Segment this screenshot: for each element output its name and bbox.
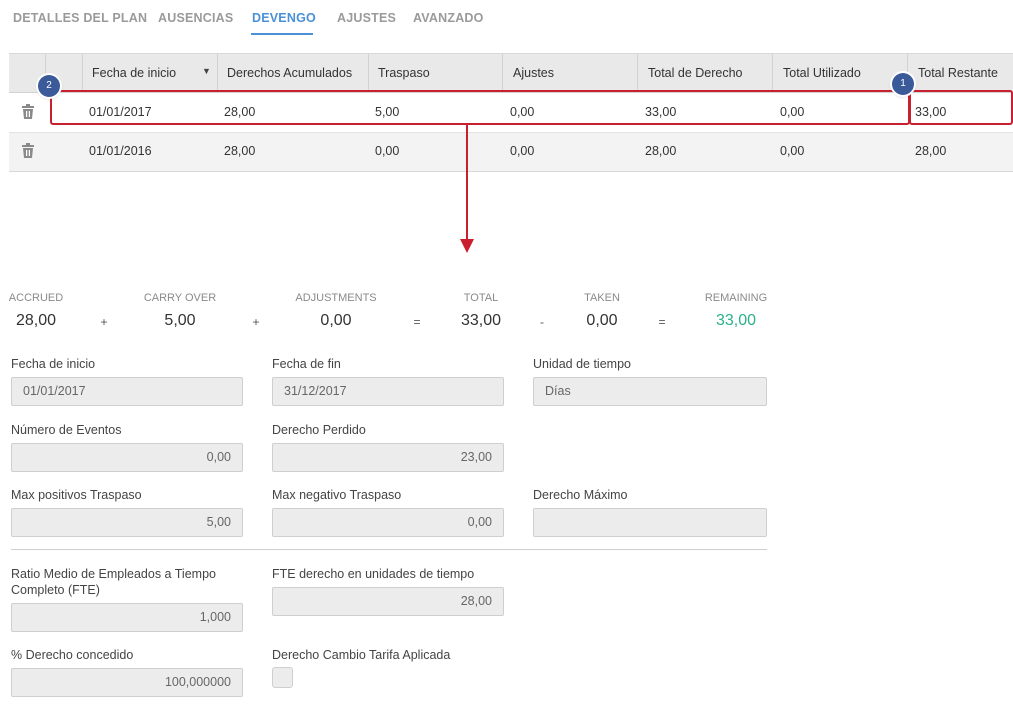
accrued-value: 28,00 <box>15 312 57 329</box>
fte-derecho-field[interactable]: 28,00 <box>272 587 504 616</box>
max-negativo-label: Max negativo Traspaso <box>272 488 402 502</box>
adjustments-value: 0,00 <box>320 312 352 329</box>
cell-total-restante: 28,00 <box>915 144 947 158</box>
derecho-perdido-label: Derecho Perdido <box>272 423 366 437</box>
total-value: 33,00 <box>460 312 502 329</box>
carry-over-value: 5,00 <box>164 312 196 329</box>
fecha-fin-field[interactable]: 31/12/2017 <box>272 377 504 406</box>
header-fecha-de-inicio[interactable]: Fecha de inicio <box>92 66 176 80</box>
taken-label: TAKEN <box>584 292 620 304</box>
derecho-maximo-field[interactable] <box>533 508 767 537</box>
ratio-fte-label-line1: Ratio Medio de Empleados a Tiempo <box>11 567 216 581</box>
cell-total-utilizado: 0,00 <box>780 144 805 158</box>
sort-desc-icon[interactable]: ▼ <box>202 66 211 76</box>
max-positivos-field[interactable]: 5,00 <box>11 508 243 537</box>
tab-ausencias[interactable]: AUSENCIAS <box>158 11 233 25</box>
derecho-perdido-field[interactable]: 23,00 <box>272 443 504 472</box>
cell-fecha-inicio: 01/01/2016 <box>89 144 152 158</box>
trash-icon[interactable] <box>21 104 35 120</box>
max-positivos-label: Max positivos Traspaso <box>11 488 142 502</box>
trash-icon[interactable] <box>21 143 35 159</box>
unidad-tiempo-field[interactable]: Días <box>533 377 767 406</box>
adjustments-label: ADJUSTMENTS <box>295 292 377 304</box>
total-label: TOTAL <box>463 292 499 304</box>
column-divider <box>772 54 773 92</box>
tab-bar: DETALLES DEL PLAN AUSENCIAS DEVENGO AJUS… <box>0 0 1013 40</box>
callout-badge-1: 1 <box>892 73 914 95</box>
row-highlight-box <box>50 90 910 125</box>
column-divider <box>82 54 83 92</box>
equals-operator: = <box>658 315 666 329</box>
cell-total-de-derecho: 28,00 <box>645 144 677 158</box>
header-total-restante[interactable]: Total Restante <box>918 66 998 80</box>
remaining-value: 33,00 <box>715 312 757 329</box>
column-divider <box>637 54 638 92</box>
cambio-tarifa-checkbox[interactable] <box>272 667 293 688</box>
header-ajustes[interactable]: Ajustes <box>513 66 554 80</box>
header-traspaso[interactable]: Traspaso <box>378 66 430 80</box>
column-divider <box>217 54 218 92</box>
derecho-maximo-label: Derecho Máximo <box>533 488 628 502</box>
remaining-label: REMAINING <box>704 292 768 304</box>
fecha-fin-label: Fecha de fin <box>272 357 341 371</box>
header-total-utilizado[interactable]: Total Utilizado <box>783 66 861 80</box>
pct-derecho-field[interactable]: 100,000000 <box>11 668 243 697</box>
pct-derecho-label: % Derecho concedido <box>11 648 134 662</box>
max-negativo-field[interactable]: 0,00 <box>272 508 504 537</box>
plus-operator: + <box>100 315 108 329</box>
numero-eventos-field[interactable]: 0,00 <box>11 443 243 472</box>
ratio-fte-label-line2: Completo (FTE) <box>11 583 100 597</box>
header-derechos-acumulados[interactable]: Derechos Acumulados <box>227 66 352 80</box>
arrow-down-icon <box>460 239 474 253</box>
numero-eventos-label: Número de Eventos <box>11 423 122 437</box>
tab-devengo[interactable]: DEVENGO <box>252 11 316 25</box>
cell-ajustes: 0,00 <box>510 144 535 158</box>
section-divider <box>11 549 767 550</box>
minus-operator: - <box>540 315 544 329</box>
taken-value: 0,00 <box>586 312 618 329</box>
total-restante-highlight-box <box>909 90 1013 125</box>
fecha-inicio-field[interactable]: 01/01/2017 <box>11 377 243 406</box>
fte-derecho-label: FTE derecho en unidades de tiempo <box>272 567 475 581</box>
table-header: Fecha de inicio ▼ Derechos Acumulados Tr… <box>9 54 1013 93</box>
ratio-fte-field[interactable]: 1,000 <box>11 603 243 632</box>
cell-derechos-acumulados: 28,00 <box>224 144 256 158</box>
carry-over-label: CARRY OVER <box>143 292 217 304</box>
cell-traspaso: 0,00 <box>375 144 400 158</box>
active-tab-indicator <box>251 33 313 35</box>
column-divider <box>502 54 503 92</box>
plus-operator: + <box>252 315 260 329</box>
accrued-label: ACCRUED <box>8 292 64 304</box>
arrow-connector <box>466 123 468 243</box>
equals-operator: = <box>413 315 421 329</box>
accrual-table: Fecha de inicio ▼ Derechos Acumulados Tr… <box>9 53 1013 172</box>
tab-detalles-del-plan[interactable]: DETALLES DEL PLAN <box>13 11 147 25</box>
unidad-tiempo-label: Unidad de tiempo <box>533 357 631 371</box>
header-total-de-derecho[interactable]: Total de Derecho <box>648 66 743 80</box>
column-divider <box>368 54 369 92</box>
table-row[interactable]: 01/01/2016 28,00 0,00 0,00 28,00 0,00 28… <box>9 133 1013 172</box>
cambio-tarifa-label: Derecho Cambio Tarifa Aplicada <box>272 648 451 662</box>
tab-avanzado[interactable]: AVANZADO <box>413 11 484 25</box>
callout-badge-2: 2 <box>38 75 60 97</box>
fecha-inicio-label: Fecha de inicio <box>11 357 96 371</box>
tab-ajustes[interactable]: AJUSTES <box>337 11 396 25</box>
